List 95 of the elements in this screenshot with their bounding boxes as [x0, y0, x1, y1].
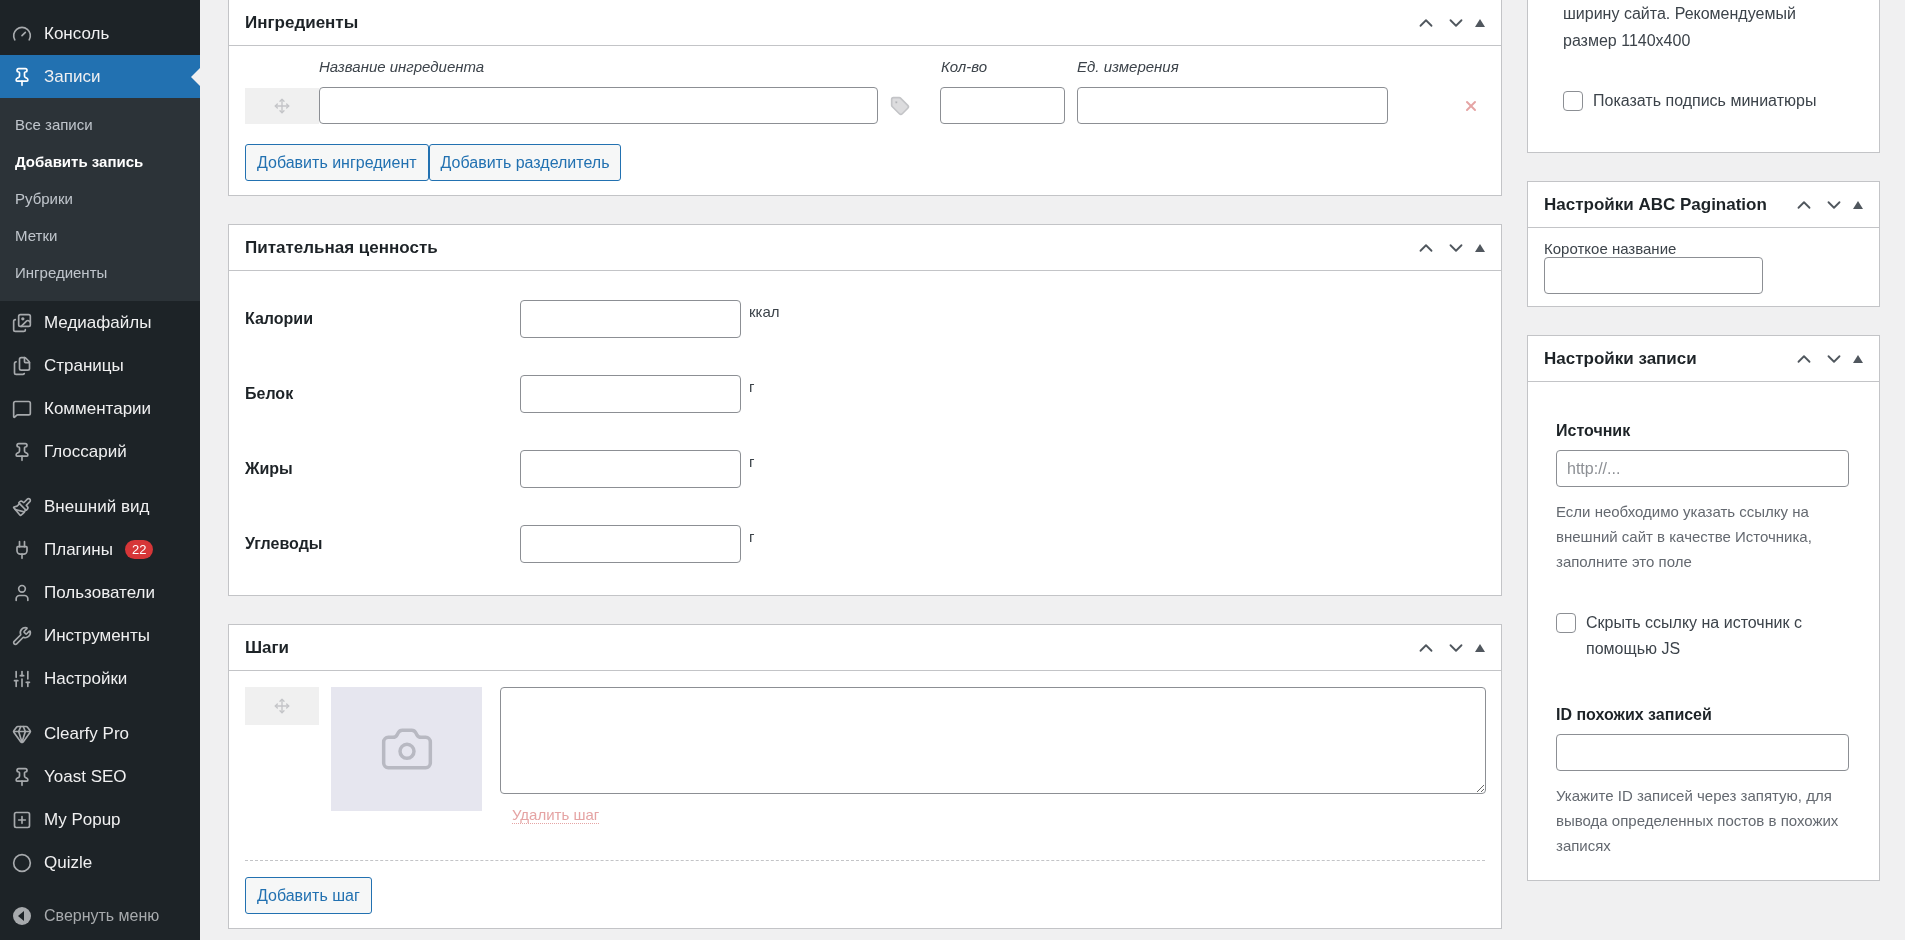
drag-handle[interactable]: [245, 687, 319, 725]
menu-item[interactable]: Консоль: [0, 12, 200, 55]
count-badge: 22: [124, 540, 154, 559]
nutrient-label: Белок: [245, 384, 295, 403]
menu-label: Комментарии: [44, 398, 152, 419]
menu-label: Quizle: [44, 852, 93, 873]
collapse-icon: [12, 906, 32, 926]
circle-icon: [12, 852, 32, 873]
menu-label: Записи: [44, 66, 101, 87]
checkbox[interactable]: [1563, 91, 1583, 111]
submenu-item[interactable]: Метки: [0, 217, 200, 254]
menu-item[interactable]: Плагины 22: [0, 528, 200, 571]
checkbox-label: Скрыть ссылку на источник с помощью JS: [1586, 613, 1803, 659]
pin-icon: [12, 766, 32, 787]
square-plus-icon: [12, 809, 32, 830]
column-label: Название ингредиента: [319, 58, 486, 75]
step-text-field[interactable]: [500, 687, 1486, 794]
short-name-field[interactable]: [1544, 257, 1763, 294]
wrench-icon: [12, 625, 32, 646]
sliders-icon: [12, 668, 32, 689]
nutrient-label: Жиры: [245, 459, 294, 478]
column-label: Кол-во: [941, 58, 989, 75]
field-label: Короткое название: [1544, 240, 1678, 257]
menu-item[interactable]: Yoast SEO: [0, 755, 200, 798]
thumbnail-hint: ширину сайта. Рекомендуемый размер 1140x400: [1563, 4, 1797, 51]
checkbox[interactable]: [1556, 613, 1576, 633]
nutrient-label: Калории: [245, 309, 315, 328]
nutrient-field[interactable]: [520, 449, 741, 488]
field-label: ID похожих записей: [1556, 706, 1713, 724]
menu-item[interactable]: Глоссарий: [0, 430, 200, 473]
menu-item[interactable]: Записи: [0, 55, 200, 98]
collapse-menu-button[interactable]: Свернуть меню: [0, 896, 200, 936]
pages-icon: [12, 355, 32, 376]
unit-label: г: [749, 528, 755, 545]
submenu-item[interactable]: Рубрики: [0, 180, 200, 217]
checkbox-label: Показать подпись миниатюры: [1593, 91, 1817, 111]
unit-label: г: [749, 378, 755, 395]
add-step-button[interactable]: Добавить шаг: [245, 877, 372, 914]
panel-title: Шаги: [245, 637, 291, 658]
menu-item[interactable]: Инструменты: [0, 614, 200, 657]
field-label: Источник: [1556, 422, 1632, 440]
unit-label: ккал: [749, 303, 780, 320]
menu-item[interactable]: Quizle: [0, 841, 200, 884]
images-icon: [12, 312, 32, 333]
add-button[interactable]: Добавить разделитель: [428, 144, 622, 181]
menu-item[interactable]: Комментарии: [0, 387, 200, 430]
drag-handle[interactable]: [245, 87, 319, 124]
menu-label: Медиафайлы: [44, 312, 152, 333]
menu-label: Yoast SEO: [44, 766, 127, 787]
menu-label: Свернуть меню: [44, 907, 160, 925]
menu-label: Внешний вид: [44, 496, 150, 517]
menu-label: Плагины: [44, 539, 113, 560]
submenu-item[interactable]: Все записи: [0, 106, 200, 143]
gem-icon: [12, 723, 32, 744]
similar-ids-field[interactable]: [1556, 734, 1849, 771]
help-text: Укажите ID записей через запятую, для вывода определенных постов в похожих записях: [1556, 786, 1840, 856]
unit-label: г: [749, 453, 755, 470]
pin-icon: [12, 441, 32, 462]
tag-icon[interactable]: [890, 95, 910, 116]
nutrient-label: Углеводы: [245, 534, 324, 553]
panel-title: Настройки записи: [1544, 348, 1698, 369]
menu-label: Страницы: [44, 355, 124, 376]
brush-icon: [12, 496, 32, 517]
menu-label: My Popup: [44, 809, 121, 830]
help-text: Если необходимо указать ссылку на внешний сайт в качестве Источника, заполните это поле: [1556, 502, 1813, 572]
nutrient-field[interactable]: [520, 374, 741, 413]
column-label: Ед. измерения: [1077, 58, 1180, 75]
user-icon: [12, 582, 32, 603]
menu-item[interactable]: Clearfy Pro: [0, 712, 200, 755]
comment-icon: [12, 398, 32, 419]
menu-label: Глоссарий: [44, 441, 127, 462]
menu-label: Консоль: [44, 23, 110, 44]
pin-icon: [12, 66, 32, 87]
menu-item[interactable]: My Popup: [0, 798, 200, 841]
add-button[interactable]: Добавить ингредиент: [245, 144, 429, 181]
nutrient-field[interactable]: [520, 299, 741, 338]
nutrient-field[interactable]: [520, 524, 741, 563]
source-field[interactable]: http://...: [1556, 450, 1849, 487]
menu-item[interactable]: Внешний вид: [0, 485, 200, 528]
ingredient-name-field[interactable]: [319, 87, 878, 124]
menu-label: Инструменты: [44, 625, 150, 646]
menu-item[interactable]: Страницы: [0, 344, 200, 387]
panel-title: Ингредиенты: [245, 12, 360, 33]
quantity-field[interactable]: [940, 87, 1065, 124]
menu-item[interactable]: Настройки: [0, 657, 200, 700]
panel-title: Питательная ценность: [245, 237, 439, 258]
submenu-item[interactable]: Добавить запись: [0, 143, 200, 180]
menu-label: Clearfy Pro: [44, 723, 130, 744]
menu-label: Пользователи: [44, 582, 155, 603]
menu-item[interactable]: Пользователи: [0, 571, 200, 614]
menu-label: Настройки: [44, 668, 128, 689]
submenu-item[interactable]: Ингредиенты: [0, 254, 200, 291]
menu-item[interactable]: Медиафайлы: [0, 301, 200, 344]
unit-field[interactable]: [1077, 87, 1388, 124]
panel-title: Настройки ABC Pagination: [1544, 194, 1768, 215]
